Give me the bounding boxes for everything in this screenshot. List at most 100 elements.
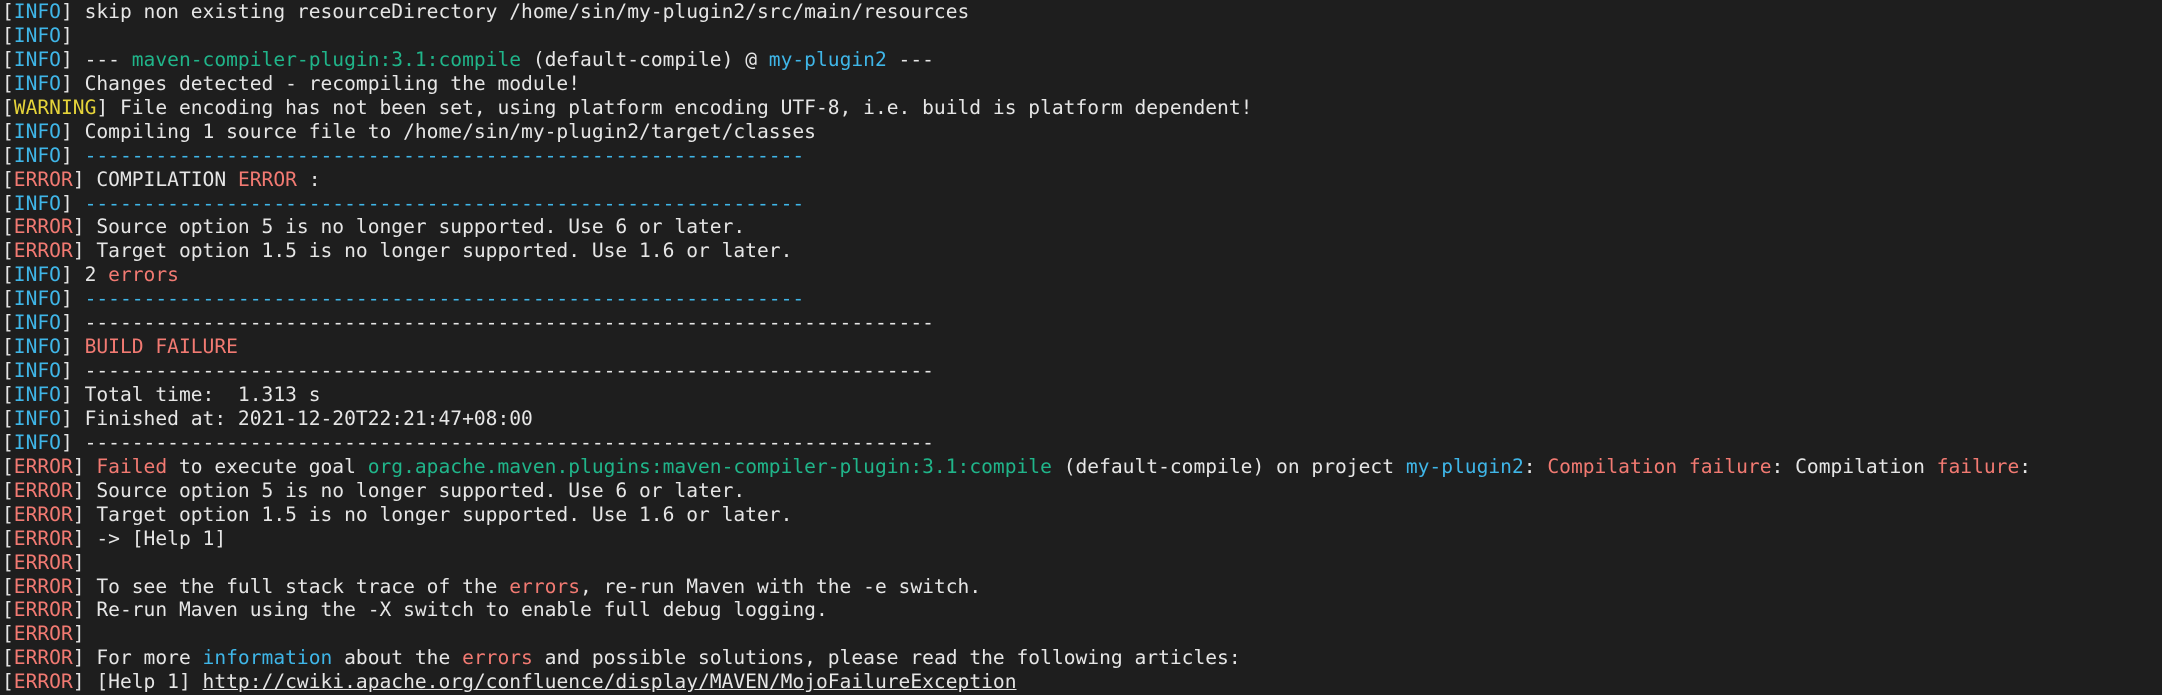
log-text: ] — [60, 23, 73, 47]
log-level-info: INFO — [13, 263, 61, 287]
log-text: ] Changes detected - recompiling the mod… — [60, 71, 581, 95]
log-text: ] Finished at: 2021-12-20T22:21:47+08:00 — [60, 406, 533, 430]
log-level-info: INFO — [13, 406, 61, 430]
log-text: ERROR — [237, 167, 297, 191]
log-level-error: ERROR — [13, 670, 73, 694]
log-text: about the — [332, 646, 463, 670]
log-text: information — [202, 646, 333, 670]
log-text: [ — [2, 311, 14, 335]
log-level-error: ERROR — [13, 622, 73, 646]
log-text: ] --------------------------------------… — [60, 311, 934, 335]
terminal-line: [ERROR] Failed to execute goal org.apach… — [2, 455, 2162, 479]
terminal-output[interactable]: [INFO] skip non existing resourceDirecto… — [0, 0, 2162, 695]
log-text: Compilation failure — [1547, 454, 1772, 478]
log-level-error: ERROR — [13, 167, 73, 191]
log-text: [ — [2, 119, 14, 143]
log-text: to execute goal — [167, 454, 368, 478]
terminal-line: [INFO] ---------------------------------… — [2, 144, 2162, 168]
log-text: ] skip non existing resourceDirectory /h… — [60, 0, 970, 23]
log-text: [ — [2, 191, 14, 215]
log-text: [ — [2, 167, 14, 191]
terminal-line: [ERROR] Target option 1.5 is no longer s… — [2, 239, 2162, 263]
log-text: [ — [2, 95, 14, 119]
log-text: [ — [2, 359, 14, 383]
log-text: ] Compiling 1 source file to /home/sin/m… — [60, 119, 816, 143]
terminal-line: [ERROR] — [2, 551, 2162, 575]
log-text: ] — [72, 622, 85, 646]
log-text: [ — [2, 598, 14, 622]
log-text: BUILD FAILURE — [84, 335, 238, 359]
terminal-line: [INFO] ---------------------------------… — [2, 311, 2162, 335]
log-text: : Compilation — [1771, 454, 1937, 478]
terminal-line: [INFO] --- maven-compiler-plugin:3.1:com… — [2, 48, 2162, 72]
log-text: ] Total time: 1.313 s — [60, 383, 321, 406]
log-text: [ — [2, 0, 14, 23]
log-text: : — [2019, 454, 2032, 478]
terminal-line: [ERROR] Source option 5 is no longer sup… — [2, 479, 2162, 503]
log-text: ] — [72, 454, 97, 478]
log-level-error: ERROR — [13, 502, 73, 526]
log-text: ] Target option 1.5 is no longer support… — [72, 502, 793, 526]
log-text: Failed — [96, 454, 168, 478]
log-text: ----------------------------------------… — [84, 143, 805, 167]
log-text: ] Source option 5 is no longer supported… — [72, 478, 746, 502]
log-text: [ — [2, 239, 14, 263]
terminal-line: [ERROR] -> [Help 1] — [2, 527, 2162, 551]
log-level-warning: WARNING — [13, 95, 97, 119]
log-text: [ — [2, 263, 14, 287]
log-level-info: INFO — [13, 335, 61, 359]
log-text: [ — [2, 670, 14, 694]
terminal-line: [ERROR] Source option 5 is no longer sup… — [2, 215, 2162, 239]
log-level-info: INFO — [13, 311, 61, 335]
log-text: errors — [108, 263, 179, 287]
log-text: [ — [2, 47, 14, 71]
log-text: ] To see the full stack trace of the — [72, 574, 510, 598]
log-text: ] For more — [72, 646, 203, 670]
log-text: ] 2 — [60, 263, 109, 287]
log-text: ] --- — [60, 47, 132, 71]
log-level-error: ERROR — [13, 215, 73, 239]
log-level-error: ERROR — [13, 646, 73, 670]
log-level-error: ERROR — [13, 526, 73, 550]
log-text: [ — [2, 502, 14, 526]
log-text: (default-compile) @ — [521, 47, 769, 71]
terminal-line: [ERROR] Target option 1.5 is no longer s… — [2, 503, 2162, 527]
log-text: [ — [2, 622, 14, 646]
log-text: [ — [2, 646, 14, 670]
log-text: [ — [2, 478, 14, 502]
log-level-error: ERROR — [13, 574, 73, 598]
log-text: ] — [72, 550, 85, 574]
log-text: ] — [60, 287, 85, 311]
log-text: (default-compile) on project — [1051, 454, 1406, 478]
terminal-line: [INFO] Compiling 1 source file to /home/… — [2, 120, 2162, 144]
help-link[interactable]: http://cwiki.apache.org/confluence/displ… — [203, 670, 1017, 693]
terminal-line: [INFO] Changes detected - recompiling th… — [2, 72, 2162, 96]
log-text: ----------------------------------------… — [84, 191, 805, 215]
log-text: [ — [2, 23, 14, 47]
log-text: my-plugin2 — [768, 47, 887, 71]
terminal-line: [INFO] BUILD FAILURE — [2, 335, 2162, 359]
log-text: ] COMPILATION — [72, 167, 238, 191]
log-text: : — [1523, 454, 1548, 478]
terminal-line: [ERROR] COMPILATION ERROR : — [2, 168, 2162, 192]
terminal-line: [INFO] ---------------------------------… — [2, 431, 2162, 455]
terminal-line: [INFO] ---------------------------------… — [2, 192, 2162, 216]
log-text: [ — [2, 335, 14, 359]
log-level-info: INFO — [13, 383, 61, 406]
terminal-line: [INFO] ---------------------------------… — [2, 359, 2162, 383]
log-level-error: ERROR — [13, 454, 73, 478]
log-text: ] -> [Help 1] — [72, 526, 227, 550]
log-text: [ — [2, 526, 14, 550]
log-text: failure — [1936, 454, 2020, 478]
log-text: [ — [2, 550, 14, 574]
log-text: ] — [60, 143, 85, 167]
terminal-line: [WARNING] File encoding has not been set… — [2, 96, 2162, 120]
log-text: ] File encoding has not been set, using … — [96, 95, 1253, 119]
log-text: [ — [2, 287, 14, 311]
log-level-error: ERROR — [13, 550, 73, 574]
log-text: ] --------------------------------------… — [60, 430, 934, 454]
terminal-line: [ERROR] — [2, 622, 2162, 646]
log-text: , re-run Maven with the -e switch. — [580, 574, 982, 598]
log-text: errors — [462, 646, 533, 670]
log-text: my-plugin2 — [1405, 454, 1524, 478]
